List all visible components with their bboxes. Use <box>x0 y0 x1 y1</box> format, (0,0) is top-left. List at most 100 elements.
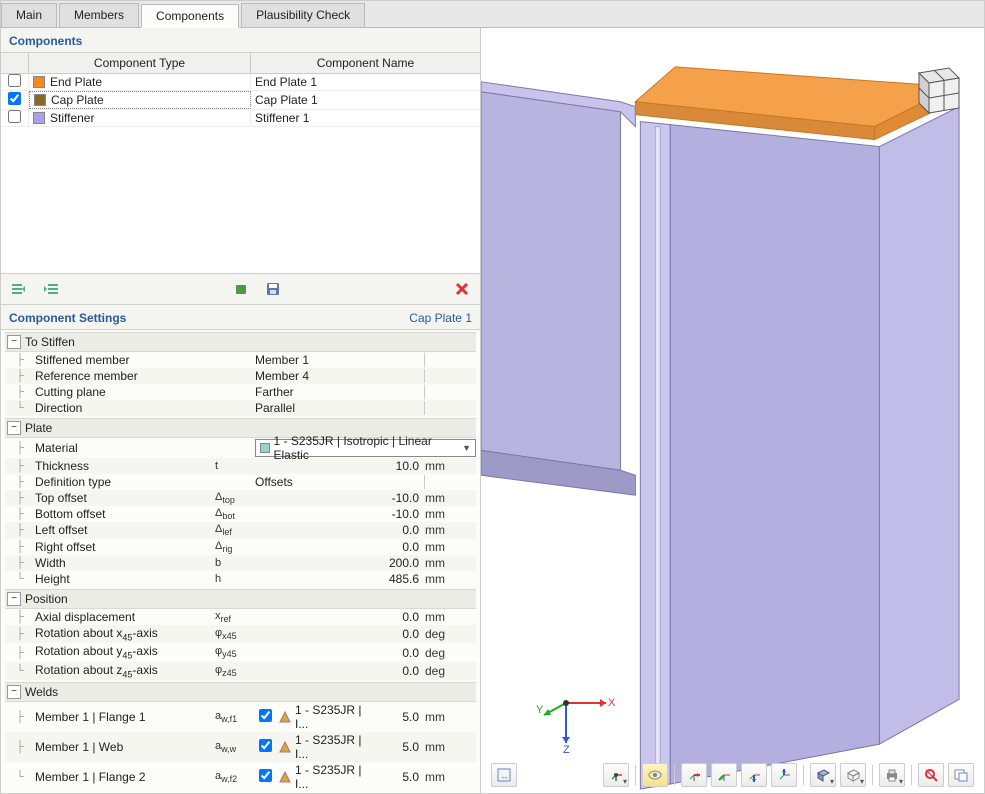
tab-plausibility[interactable]: Plausibility Check <box>241 3 365 27</box>
tab-components[interactable]: Components <box>141 4 239 28</box>
col-name-header[interactable]: Component Name <box>251 53 480 73</box>
row-checkbox[interactable] <box>8 92 21 105</box>
prop-value[interactable]: Member 1 <box>255 353 425 367</box>
prop-unit: mm <box>425 770 461 784</box>
component-type: End Plate <box>50 75 102 89</box>
color-swatch <box>33 76 45 88</box>
view-x-button[interactable] <box>681 763 707 787</box>
wireframe-button[interactable]: ▾ <box>840 763 866 787</box>
prop-label: Rotation about z45-axis <box>35 663 215 679</box>
prop-symbol: φy45 <box>215 645 255 659</box>
weld-checkbox[interactable] <box>259 709 272 722</box>
view-y-button[interactable] <box>711 763 737 787</box>
prop-value[interactable]: Farther <box>255 385 425 399</box>
prop-value[interactable]: Member 4 <box>255 369 425 383</box>
component-name: Stiffener 1 <box>251 110 480 126</box>
tab-members[interactable]: Members <box>59 3 139 27</box>
prop-symbol: aw,f2 <box>215 770 255 784</box>
prop-value[interactable]: 5.0 <box>375 710 425 724</box>
library-button[interactable] <box>229 278 253 300</box>
prop-label: Thickness <box>35 459 215 473</box>
prop-value[interactable]: 0.0 <box>255 646 425 660</box>
table-row[interactable]: Cap Plate Cap Plate 1 <box>1 91 480 110</box>
prop-value[interactable]: 0.0 <box>255 540 425 554</box>
prop-value[interactable]: -10.0 <box>255 507 425 521</box>
table-row[interactable]: End Plate End Plate 1 <box>1 74 480 91</box>
weld-material[interactable]: 1 - S235JR | I... <box>295 703 375 731</box>
prop-value[interactable]: Parallel <box>255 401 425 415</box>
material-value: 1 - S235JR | Isotropic | Linear Elastic <box>274 434 459 462</box>
prop-value[interactable]: 10.0 <box>255 459 425 473</box>
indent-right-button[interactable] <box>39 278 63 300</box>
prop-label: Right offset <box>35 540 215 554</box>
settings-tree: −To Stiffen ├Stiffened memberMember 1 ├R… <box>1 330 480 793</box>
prop-symbol: h <box>215 573 255 585</box>
settings-panel-title: Component Settings Cap Plate 1 <box>1 305 480 330</box>
collapse-icon[interactable]: − <box>7 335 21 349</box>
col-type-header[interactable]: Component Type <box>29 53 251 73</box>
group-position[interactable]: −Position <box>5 589 476 609</box>
save-button[interactable] <box>261 278 285 300</box>
prop-label: Reference member <box>35 369 215 383</box>
prop-value[interactable]: 0.0 <box>255 627 425 641</box>
nav-cube[interactable] <box>904 58 964 118</box>
delete-button[interactable] <box>450 278 474 300</box>
prop-value[interactable]: 5.0 <box>375 740 425 754</box>
prop-symbol: Δbot <box>215 507 255 521</box>
view-iso-button[interactable] <box>771 763 797 787</box>
row-checkbox[interactable] <box>8 110 21 123</box>
prop-value[interactable]: -10.0 <box>255 491 425 505</box>
material-swatch-icon <box>260 443 270 453</box>
tab-main[interactable]: Main <box>1 3 57 27</box>
prop-value[interactable]: 0.0 <box>255 610 425 624</box>
orbit-button[interactable]: ▾ <box>603 763 629 787</box>
show-all-button[interactable] <box>642 763 668 787</box>
new-window-button[interactable] <box>948 763 974 787</box>
weld-icon <box>275 711 295 723</box>
axis-gizmo[interactable]: X Y Z <box>536 673 616 753</box>
row-checkbox[interactable] <box>8 74 21 87</box>
weld-icon <box>275 771 295 783</box>
prop-value[interactable]: 0.0 <box>255 664 425 678</box>
prop-value[interactable]: 0.0 <box>255 523 425 537</box>
prop-label: Width <box>35 556 215 570</box>
material-select[interactable]: 1 - S235JR | Isotropic | Linear Elastic … <box>255 439 476 457</box>
prop-label: Cutting plane <box>35 385 215 399</box>
table-row[interactable]: Stiffener Stiffener 1 <box>1 110 480 127</box>
3d-viewport[interactable]: X Y Z ↔ ▾ ▾ ▾ <box>481 28 984 793</box>
prop-label: Direction <box>35 401 215 415</box>
prop-value[interactable]: 485.6 <box>255 572 425 586</box>
prop-unit: deg <box>425 627 461 641</box>
group-to-stiffen[interactable]: −To Stiffen <box>5 332 476 352</box>
weld-material[interactable]: 1 - S235JR | I... <box>295 733 375 761</box>
prop-unit: mm <box>425 540 461 554</box>
weld-material[interactable]: 1 - S235JR | I... <box>295 763 375 791</box>
reset-view-button[interactable] <box>918 763 944 787</box>
print-button[interactable]: ▾ <box>879 763 905 787</box>
display-mode-button[interactable]: ▾ <box>810 763 836 787</box>
collapse-icon[interactable]: − <box>7 592 21 606</box>
prop-value[interactable]: 200.0 <box>255 556 425 570</box>
prop-symbol: φx45 <box>215 627 255 641</box>
weld-checkbox[interactable] <box>259 739 272 752</box>
indent-left-button[interactable] <box>7 278 31 300</box>
prop-value[interactable]: 5.0 <box>375 770 425 784</box>
collapse-icon[interactable]: − <box>7 421 21 435</box>
settings-component-name: Cap Plate 1 <box>409 311 472 325</box>
prop-value[interactable]: Offsets <box>255 475 425 489</box>
weld-icon <box>275 741 295 753</box>
weld-checkbox[interactable] <box>259 769 272 782</box>
prop-symbol: aw,f1 <box>215 710 255 724</box>
collapse-icon[interactable]: − <box>7 685 21 699</box>
prop-label: Member 1 | Flange 2 <box>35 770 215 784</box>
components-panel-title: Components <box>1 28 480 53</box>
prop-label: Left offset <box>35 523 215 537</box>
show-dimensions-button[interactable]: ↔ <box>491 763 517 787</box>
dropdown-arrow-icon: ▼ <box>462 443 471 453</box>
prop-unit: mm <box>425 572 461 586</box>
color-swatch <box>33 112 45 124</box>
svg-text:Z: Z <box>563 744 570 753</box>
prop-unit: mm <box>425 710 461 724</box>
view-z-button[interactable] <box>741 763 767 787</box>
group-welds[interactable]: −Welds <box>5 682 476 702</box>
